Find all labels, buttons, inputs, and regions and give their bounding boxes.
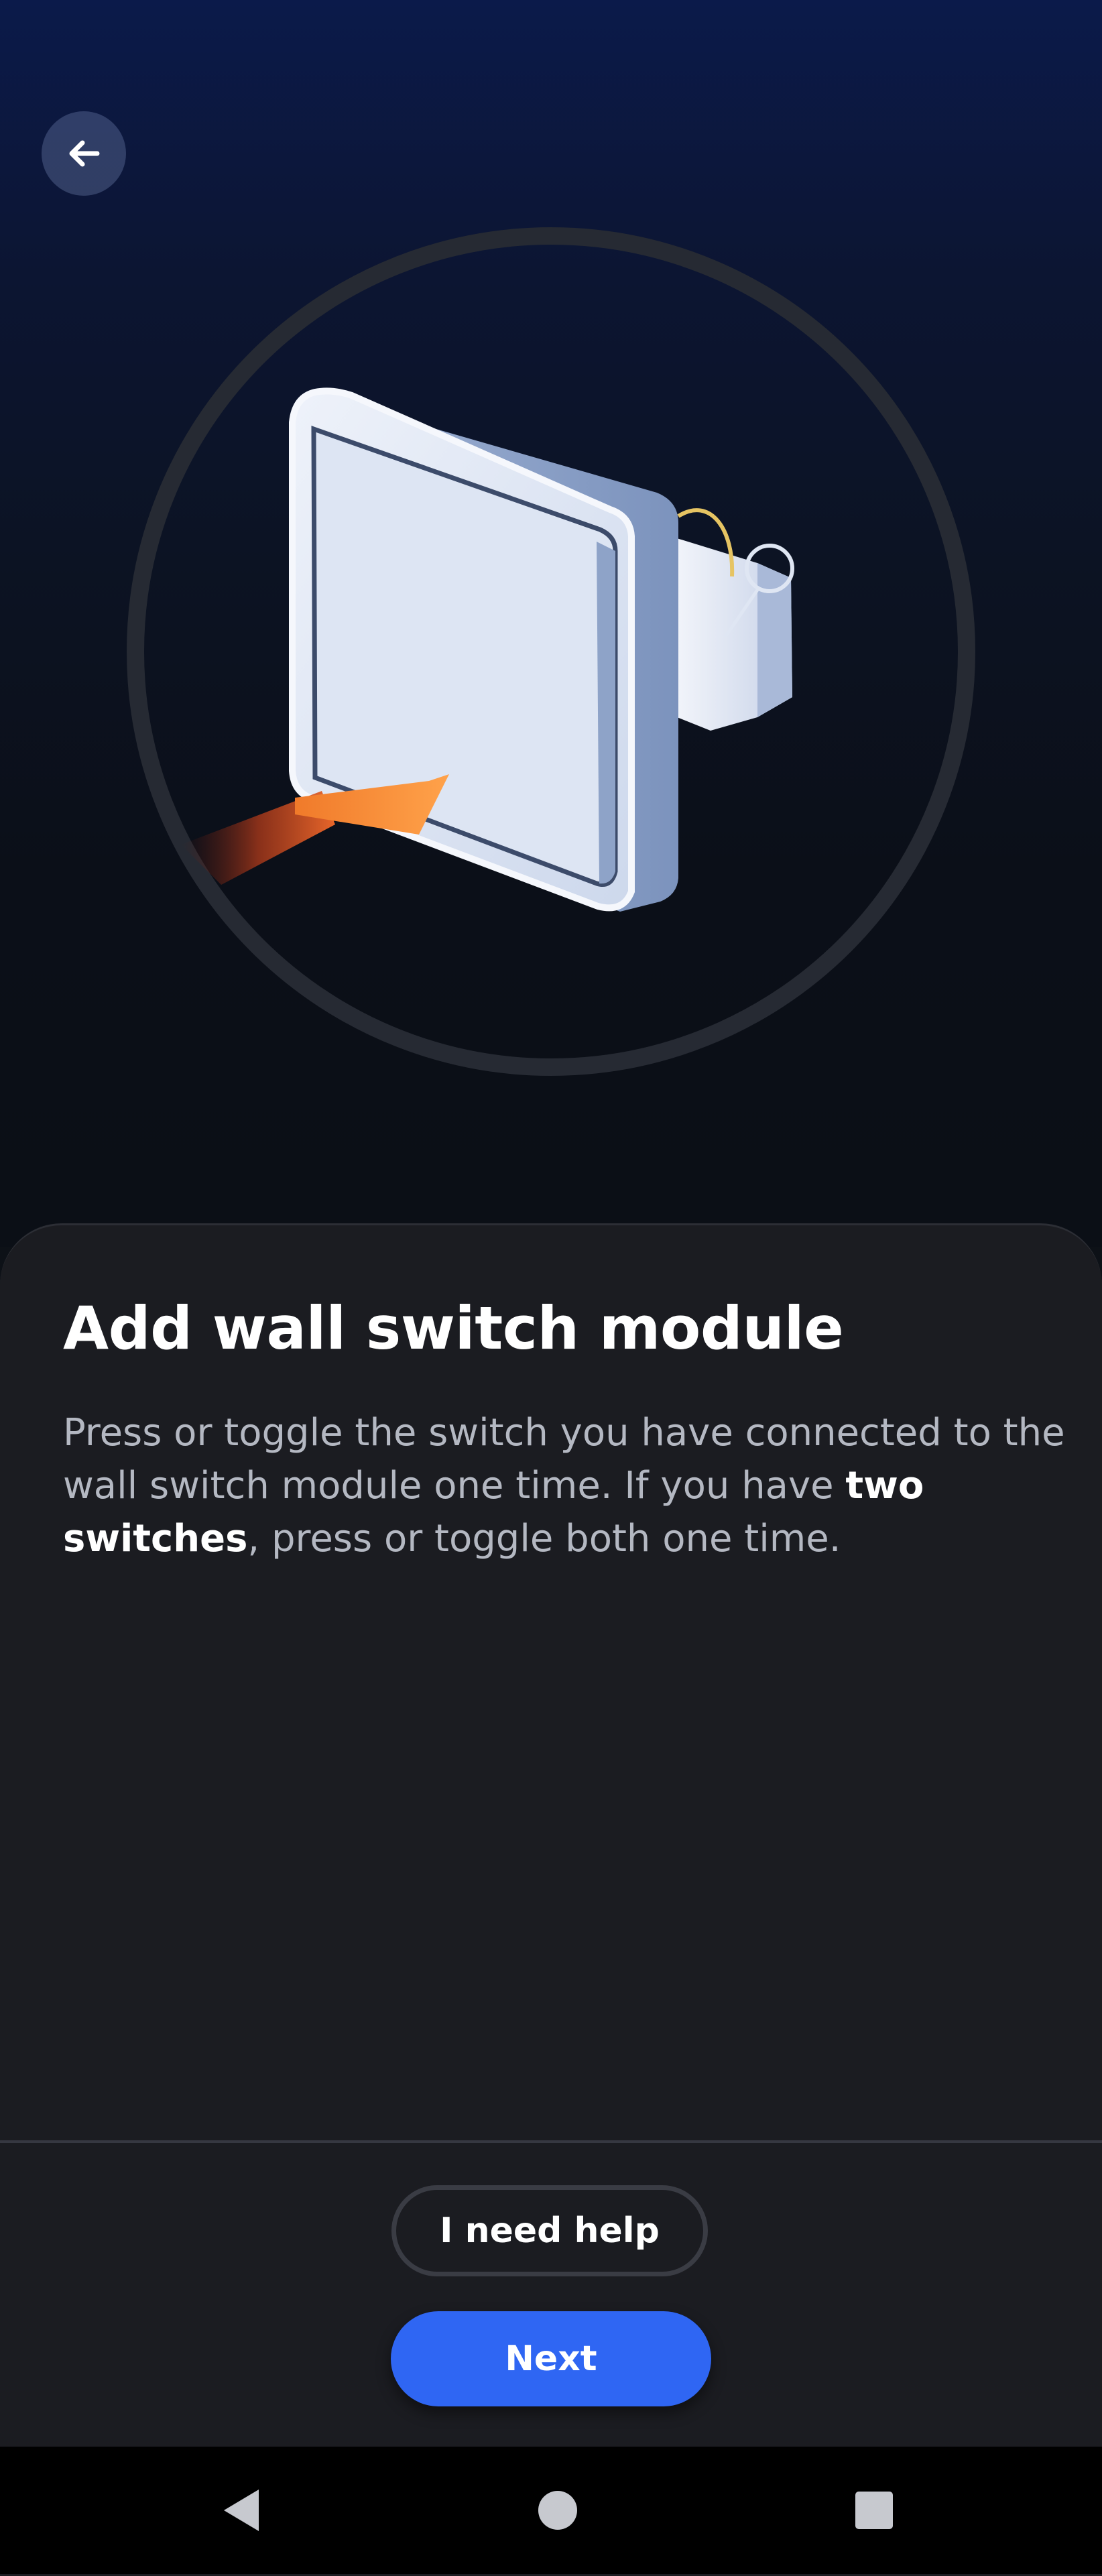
footer-divider [0,2140,1102,2143]
instruction-text-part2: , press or toggle both one time. [247,1517,841,1560]
instruction-text: Press or toggle the switch you have conn… [63,1406,1068,1565]
system-back-button[interactable] [201,2447,282,2574]
wall-switch-illustration [127,227,975,1076]
need-help-button[interactable]: I need help [391,2185,708,2276]
system-home-button[interactable] [517,2447,598,2574]
triangle-back-icon [224,2490,259,2531]
next-button[interactable]: Next [391,2311,711,2406]
back-button[interactable] [42,111,126,196]
square-recents-icon [855,2492,893,2529]
page-title: Add wall switch module [63,1294,844,1363]
system-navigation-bar [0,2447,1102,2574]
circle-home-icon [538,2491,577,2530]
system-recents-button[interactable] [834,2447,914,2574]
arrow-left-icon [69,140,100,167]
